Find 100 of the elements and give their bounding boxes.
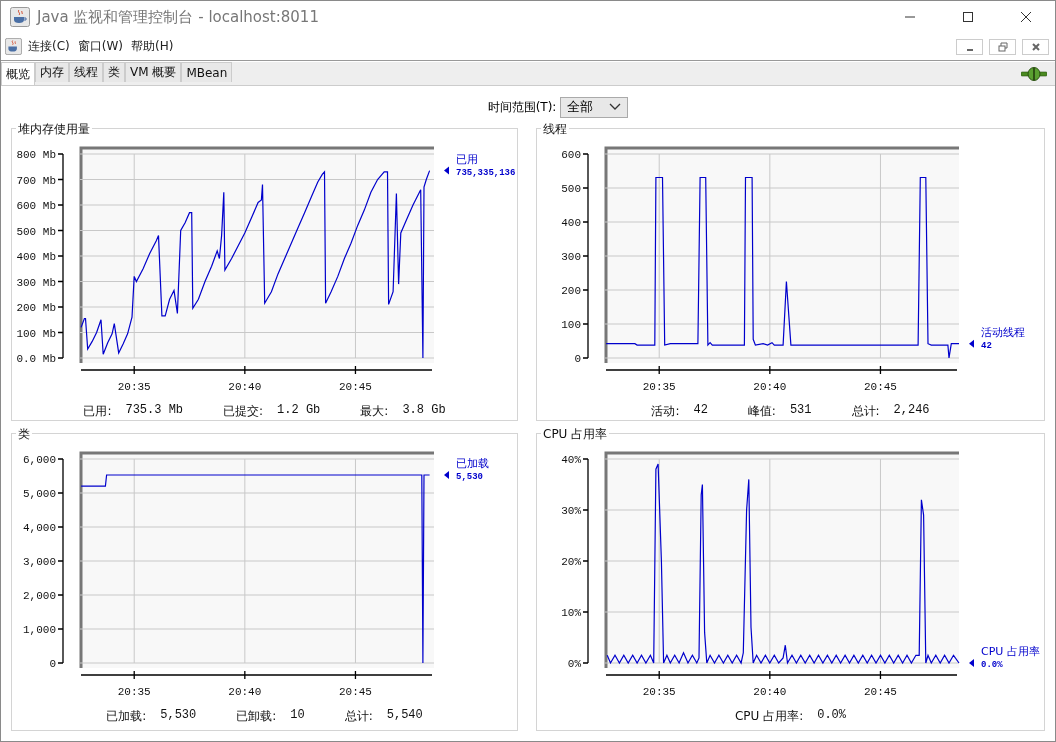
y-tick-label: 20%: [561, 556, 581, 568]
y-tick-label: 10%: [561, 607, 581, 619]
panel-title: 类: [16, 426, 32, 443]
stat-value: 0.0%: [817, 708, 847, 724]
stat-label: CPU 占用率:: [734, 708, 804, 725]
tab[interactable]: 内存: [35, 62, 69, 82]
y-tick-label: 300 Mb: [16, 276, 56, 289]
legend-label: 活动线程: [981, 325, 1025, 339]
y-tick-label: 600: [561, 149, 581, 161]
close-button[interactable]: [1022, 38, 1049, 55]
panel-title: CPU 占用率: [541, 426, 610, 443]
y-tick-label: 200 Mb: [16, 302, 56, 314]
coffee-cup-icon: [10, 7, 30, 27]
x-tick-label: 20:35: [642, 381, 676, 393]
x-tick-label: 20:35: [117, 686, 151, 698]
tab[interactable]: 概览: [1, 62, 35, 85]
y-tick-label: 200: [561, 285, 581, 297]
y-tick-label: 600 Mb: [16, 200, 56, 212]
coffee-cup-icon: [5, 38, 22, 55]
plug-icon: [1021, 66, 1047, 81]
y-tick-label: 0.0 Mb: [16, 353, 56, 365]
restore-button[interactable]: [989, 38, 1016, 55]
y-tick-label: 0: [49, 658, 56, 670]
x-tick-label: 20:40: [753, 686, 787, 698]
stat-value: 2,246: [893, 403, 930, 419]
y-tick-label: 400: [561, 217, 581, 229]
panel-title: 线程: [541, 121, 569, 138]
x-tick-label: 20:45: [338, 381, 372, 393]
minimize-icon: [966, 48, 973, 51]
maximize-icon: [962, 11, 974, 23]
y-tick-label: 500: [561, 183, 581, 195]
y-tick-label: 100: [561, 319, 581, 331]
y-tick-label: 2,000: [23, 590, 56, 602]
stat-label: 最大:: [360, 403, 389, 420]
x-tick-label: 20:45: [863, 686, 897, 698]
value-pointer-icon: [444, 471, 449, 479]
legend-value: 5,530: [456, 472, 483, 482]
time-range-label: 时间范围(T):: [487, 98, 557, 116]
menu-item[interactable]: 连接(C): [28, 38, 70, 55]
x-tick-label: 20:35: [642, 686, 676, 698]
close-icon: [1030, 41, 1041, 52]
y-tick-label: 300: [561, 251, 581, 263]
legend-label: 已用: [456, 152, 478, 166]
panel-title: 堆内存使用量: [16, 121, 92, 138]
y-tick-label: 400 Mb: [16, 251, 56, 263]
y-tick-label: 5,000: [23, 488, 56, 500]
y-tick-label: 30%: [561, 505, 581, 517]
stat-value: 10: [290, 708, 305, 724]
menu-item[interactable]: 帮助(H): [131, 38, 174, 55]
value-pointer-icon: [969, 339, 974, 348]
tab[interactable]: MBean: [181, 62, 233, 82]
y-tick-label: 700 Mb: [16, 174, 56, 187]
stat-value: 5,530: [160, 708, 197, 724]
stat-value: 3.8 Gb: [402, 403, 446, 419]
stat-label: 总计:: [344, 708, 373, 725]
y-tick-label: 3,000: [23, 556, 56, 568]
x-tick-label: 20:40: [228, 381, 262, 393]
restore-icon: [997, 41, 1008, 52]
stat-label: 已加载:: [106, 708, 147, 725]
stat-label: 已用:: [83, 403, 112, 420]
y-tick-label: 100 Mb: [16, 327, 56, 340]
x-tick-label: 20:40: [753, 381, 787, 393]
x-tick-label: 20:40: [228, 686, 262, 698]
legend-value: 0.0%: [981, 660, 1003, 670]
stat-label: 已提交:: [223, 403, 264, 420]
tab[interactable]: 类: [103, 62, 125, 82]
tab[interactable]: 线程: [69, 62, 103, 82]
tab[interactable]: VM 概要: [125, 62, 182, 82]
y-tick-label: 0: [574, 353, 581, 365]
y-tick-label: 40%: [561, 454, 581, 466]
stat-value: 735.3 Mb: [125, 403, 184, 419]
stat-label: 已卸载:: [236, 708, 277, 725]
stat-label: 总计:: [851, 403, 880, 420]
legend-label: CPU 占用率: [981, 645, 1040, 658]
close-icon: [1020, 11, 1032, 23]
value-pointer-icon: [444, 166, 449, 175]
y-tick-label: 4,000: [23, 522, 56, 534]
stat-value: 42: [693, 403, 708, 419]
value-pointer-icon: [969, 659, 974, 667]
y-tick-label: 800 Mb: [16, 149, 56, 161]
x-tick-label: 20:45: [338, 686, 372, 698]
time-range-dropdown[interactable]: 全部: [560, 96, 629, 118]
y-tick-label: 6,000: [23, 454, 56, 466]
stat-value: 1.2 Gb: [277, 403, 321, 419]
stat-value: 531: [789, 403, 812, 419]
stat-label: 峰值:: [747, 403, 776, 420]
window-title: Java 监视和管理控制台 - localhost:8011: [37, 7, 319, 27]
chevron-down-icon: [609, 103, 622, 111]
stat-label: 活动:: [651, 403, 680, 420]
y-tick-label: 1,000: [23, 624, 56, 636]
y-tick-label: 0%: [567, 658, 581, 670]
y-tick-label: 500 Mb: [16, 225, 56, 238]
x-tick-label: 20:45: [863, 381, 897, 393]
legend-label: 已加载: [456, 457, 489, 470]
minimize-button[interactable]: [956, 38, 983, 55]
legend-value: 42: [981, 340, 992, 351]
legend-value: 735,335,136: [456, 167, 516, 178]
x-tick-label: 20:35: [117, 381, 151, 393]
menu-item[interactable]: 窗口(W): [77, 38, 123, 55]
stat-value: 5,540: [386, 708, 423, 724]
